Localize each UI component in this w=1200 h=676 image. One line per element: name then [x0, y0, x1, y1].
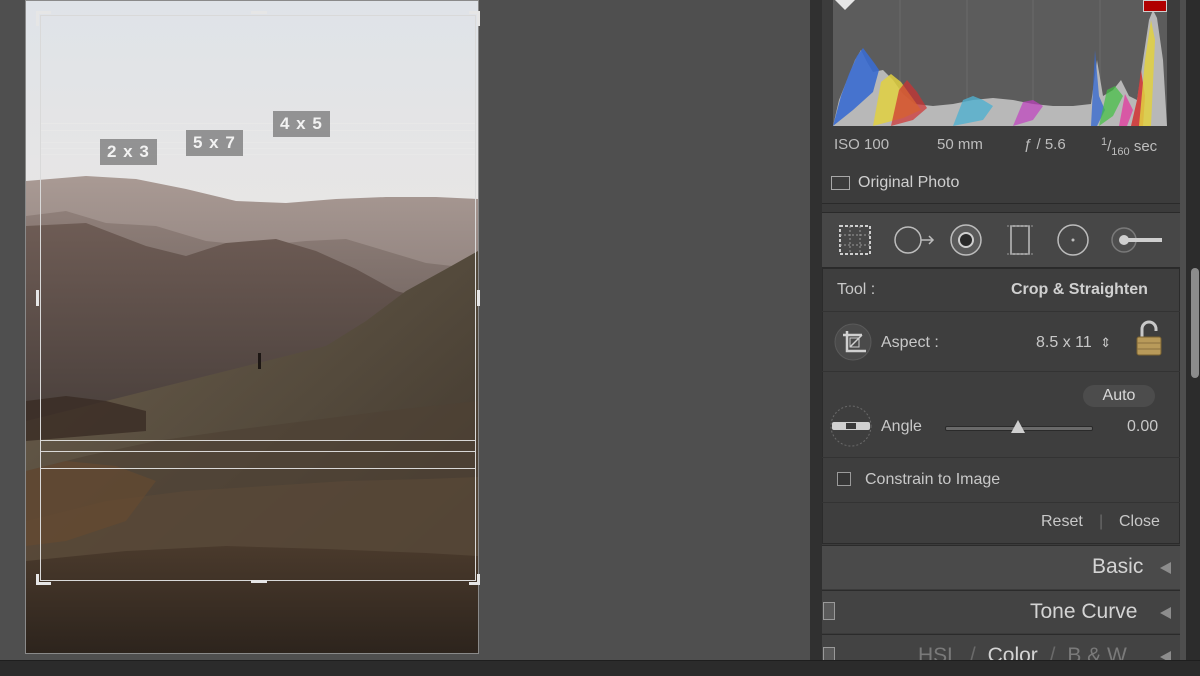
close-button[interactable]: Close	[1119, 513, 1160, 531]
straighten-tool[interactable]	[830, 405, 872, 447]
reset-button[interactable]: Reset	[1041, 513, 1083, 531]
basic-section-title: Basic	[1092, 555, 1144, 578]
shadow-clipping-indicator[interactable]	[835, 0, 855, 10]
crop-guide-line	[41, 451, 475, 452]
iso-readout: ISO 100	[834, 136, 890, 153]
aspect-label-4x5: 4 x 5	[273, 111, 330, 137]
crop-frame-icon	[834, 323, 872, 361]
constrain-to-image-checkbox[interactable]	[837, 472, 851, 486]
unlocked-padlock-icon	[1136, 320, 1162, 356]
adjustment-brush-icon	[1111, 227, 1162, 253]
panel-scroll-thumb[interactable]	[1191, 268, 1199, 378]
collapse-triangle-icon[interactable]	[1160, 607, 1171, 619]
aperture-readout: ƒ / 5.6	[1024, 136, 1066, 153]
aspect-lock-toggle[interactable]	[1134, 319, 1164, 359]
crop-edge-right[interactable]	[477, 290, 480, 306]
crop-guide-line	[41, 130, 475, 131]
graduated-filter-tool[interactable]	[1003, 224, 1037, 256]
row-divider	[822, 502, 1180, 503]
row-divider	[822, 371, 1180, 372]
crop-edge-left[interactable]	[36, 290, 39, 306]
angle-value[interactable]: 0.00	[1127, 418, 1158, 436]
radial-filter-tool[interactable]	[1056, 224, 1090, 256]
tone-curve-section-title: Tone Curve	[1030, 600, 1138, 623]
row-divider	[822, 311, 1180, 312]
tool-label: Tool :	[837, 281, 876, 298]
focal-length-readout: 50 mm	[937, 136, 983, 153]
auto-straighten-button[interactable]: Auto	[1083, 385, 1155, 407]
crop-rectangle[interactable]	[40, 15, 476, 581]
filmstrip-bar	[0, 660, 1200, 676]
crop-overlay-icon	[839, 225, 871, 255]
crop-corner-bottom-left[interactable]	[36, 574, 51, 585]
red-eye-icon	[950, 224, 982, 256]
shutter-readout: 1/160 sec	[1101, 136, 1158, 158]
histogram-chart	[833, 0, 1167, 126]
level-icon	[830, 405, 872, 447]
original-photo-checkbox[interactable]	[831, 176, 850, 190]
aspect-label-2x3: 2 x 3	[100, 139, 157, 165]
row-divider	[822, 457, 1180, 458]
crop-corner-top-right[interactable]	[469, 11, 480, 26]
crop-edge-top[interactable]	[251, 11, 267, 14]
original-photo-label: Original Photo	[858, 174, 960, 191]
radial-filter-icon	[1057, 224, 1089, 256]
aspect-label-5x7: 5 x 7	[186, 130, 243, 156]
crop-guide-line	[41, 468, 475, 469]
shutter-denominator: 160	[1111, 146, 1130, 158]
histogram-graph[interactable]	[833, 0, 1167, 126]
spot-removal-icon	[894, 226, 935, 254]
angle-slider-thumb[interactable]	[1011, 420, 1025, 433]
tool-name: Crop & Straighten	[1011, 281, 1148, 298]
angle-label: Angle	[881, 418, 922, 435]
footer-separator: |	[1099, 513, 1104, 530]
aspect-label: Aspect :	[881, 334, 939, 351]
graduated-filter-icon	[1007, 225, 1033, 255]
center-divider	[810, 0, 822, 660]
red-eye-tool[interactable]	[949, 224, 983, 256]
collapse-triangle-icon[interactable]	[1160, 562, 1171, 574]
aspect-value: 8.5 x 11	[1036, 334, 1092, 351]
crop-guide-line	[41, 440, 475, 441]
shutter-numerator: 1	[1101, 136, 1108, 148]
tone-curve-toggle-switch[interactable]	[823, 602, 835, 620]
shutter-unit: sec	[1133, 138, 1158, 155]
aspect-dropdown[interactable]: 8.5 x 11 ⇕	[1036, 334, 1111, 352]
crop-frame-tool[interactable]	[834, 323, 872, 361]
spot-removal-tool[interactable]	[893, 224, 935, 256]
crop-overlay-tool[interactable]	[838, 224, 872, 256]
crop-corner-top-left[interactable]	[36, 11, 51, 26]
constrain-to-image-label: Constrain to Image	[865, 471, 1001, 488]
stepper-icon: ⇕	[1100, 335, 1112, 350]
adjustment-brush-tool[interactable]	[1110, 224, 1164, 256]
crop-corner-bottom-right[interactable]	[469, 574, 480, 585]
highlight-clipping-indicator[interactable]	[1143, 0, 1167, 12]
crop-edge-bottom[interactable]	[251, 580, 267, 583]
crop-guide-line	[41, 123, 475, 124]
